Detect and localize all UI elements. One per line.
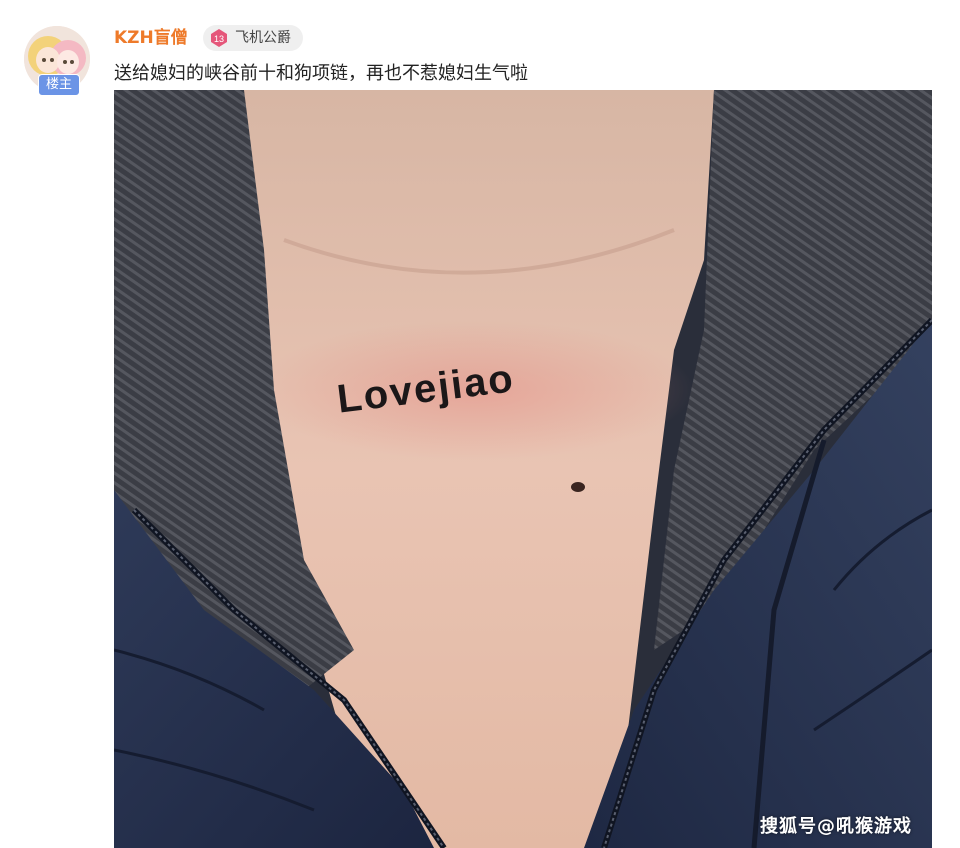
user-avatar[interactable]: 楼主 (24, 26, 90, 96)
post-text: 送给媳妇的峡谷前十和狗项链，再也不惹媳妇生气啦 (114, 63, 528, 84)
fan-badge-name: 飞机公爵 (235, 30, 291, 46)
owner-badge: 楼主 (38, 74, 80, 96)
post-card: 楼主 KZH盲僧 13 飞机公爵 送给媳妇的峡谷前十和狗项链，再也不惹媳妇生气啦 (0, 0, 960, 848)
fan-badge[interactable]: 13 飞机公爵 (203, 25, 303, 51)
photo-illustration: Lovejiao (114, 90, 932, 848)
watermark: 搜狐号@吼猴游戏 (760, 816, 912, 837)
fan-level-number: 13 (214, 34, 224, 44)
fan-level-icon: 13 (209, 28, 229, 48)
username[interactable]: KZH盲僧 (114, 26, 188, 50)
post-photo[interactable]: Lovejiao 搜狐号@吼猴游戏 (114, 90, 932, 848)
